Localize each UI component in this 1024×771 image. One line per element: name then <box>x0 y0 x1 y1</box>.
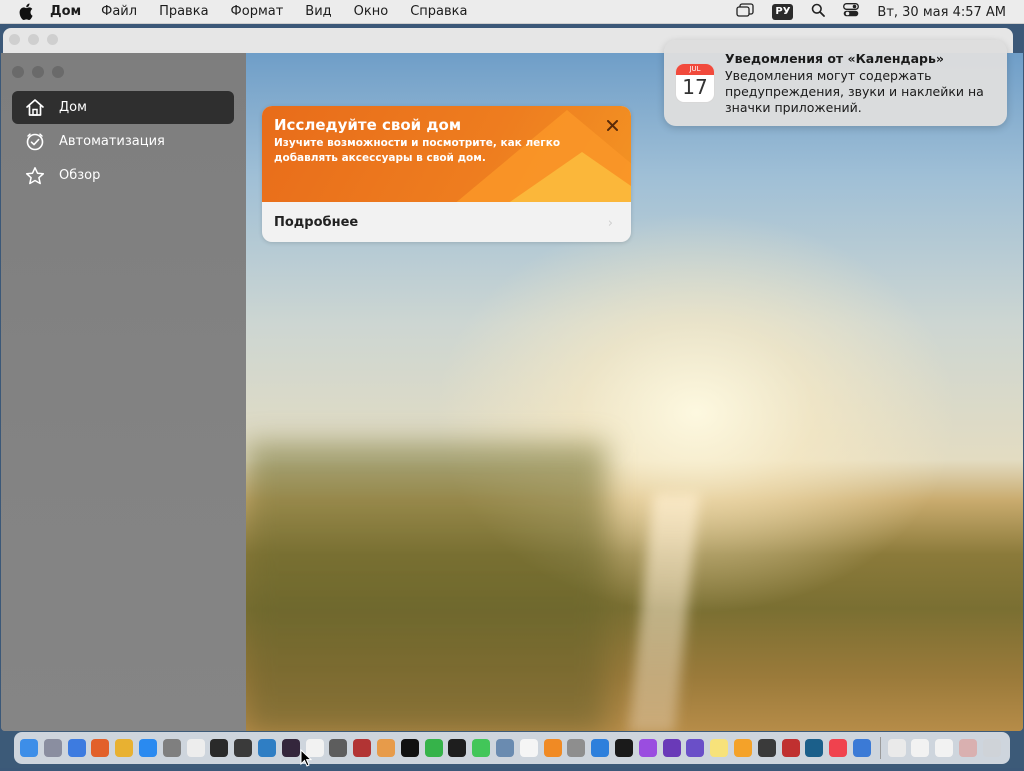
dock-document-3-icon[interactable] <box>959 739 978 757</box>
dock-home-2-icon[interactable] <box>733 739 752 757</box>
desktop-strip <box>0 731 1024 768</box>
explore-home-subtitle: Изучите возможности и посмотрите, как ле… <box>274 137 561 164</box>
dock-home-icon[interactable] <box>281 739 300 757</box>
dock-screen-sharing-icon[interactable] <box>805 739 824 757</box>
sidebar-item-label: Автоматизация <box>59 134 165 149</box>
wallpaper-field <box>246 443 606 731</box>
dock-separator <box>879 737 881 759</box>
dock-vscode-icon[interactable] <box>257 739 276 757</box>
dock-dictionary-icon[interactable] <box>353 739 372 757</box>
control-center-icon[interactable] <box>843 3 860 21</box>
menu-bar-clock[interactable]: Вт, 30 мая 4:57 AM <box>877 5 1006 20</box>
menu-bar: Дом Файл Правка Формат Вид Окно Справка … <box>0 0 1024 24</box>
star-icon <box>24 165 46 187</box>
menu-window[interactable]: Окно <box>354 4 389 19</box>
dock-downloads-icon[interactable] <box>887 739 906 757</box>
dock-terminal-icon[interactable] <box>210 739 229 757</box>
background-window-close-icon <box>9 34 20 45</box>
calendar-app-icon: JUL 17 <box>676 64 714 102</box>
sidebar-item-discover[interactable]: Обзор <box>12 159 234 192</box>
input-language-indicator[interactable]: РУ <box>772 4 794 20</box>
dock-chrome-icon[interactable] <box>115 739 134 757</box>
dock-xcode-icon[interactable] <box>852 739 871 757</box>
dock-document-2-icon[interactable] <box>935 739 954 757</box>
clock-check-icon <box>24 131 46 153</box>
menu-edit[interactable]: Правка <box>159 4 208 19</box>
calendar-icon-day: 17 <box>682 75 708 99</box>
dock-find-my-icon[interactable] <box>424 739 443 757</box>
menu-view[interactable]: Вид <box>305 4 331 19</box>
dock-music-icon[interactable] <box>829 739 848 757</box>
dock-chess-icon[interactable] <box>329 739 348 757</box>
dock-messages-icon[interactable] <box>472 739 491 757</box>
explore-home-banner: Исследуйте свой дом Изучите возможности … <box>262 106 631 202</box>
background-window-minimize-icon <box>28 34 39 45</box>
sidebar: Дом Автоматизация Обзор <box>1 53 246 731</box>
menu-file[interactable]: Файл <box>101 4 137 19</box>
dock-preview-icon[interactable] <box>495 739 514 757</box>
dock-document-1-icon[interactable] <box>911 739 930 757</box>
dock-launchpad-icon[interactable] <box>43 739 62 757</box>
dock-siri-icon[interactable] <box>686 739 705 757</box>
dock-firefox-icon[interactable] <box>91 739 110 757</box>
dock-calculator-icon[interactable] <box>567 739 586 757</box>
calendar-notification[interactable]: JUL 17 Уведомления от «Календарь» Уведом… <box>664 40 1007 126</box>
window-close-button[interactable] <box>12 66 24 78</box>
menu-app-name[interactable]: Дом <box>50 4 81 19</box>
notification-title: Уведомления от «Календарь» <box>725 51 944 66</box>
dock-photos-icon[interactable] <box>376 739 395 757</box>
dock-books-icon[interactable] <box>543 739 562 757</box>
dock-notes-icon[interactable] <box>710 739 729 757</box>
dock-stocks-icon[interactable] <box>448 739 467 757</box>
house-icon <box>24 97 46 119</box>
apple-menu-icon[interactable] <box>19 3 37 21</box>
stage-manager-icon[interactable] <box>736 3 755 21</box>
dock-quicktime-icon[interactable] <box>757 739 776 757</box>
dock-script-editor-icon[interactable] <box>234 739 253 757</box>
notification-body: Уведомления могут содержать предупрежден… <box>725 68 984 115</box>
window-minimize-button[interactable] <box>32 66 44 78</box>
sidebar-item-label: Дом <box>59 100 87 115</box>
chevron-right-icon: › <box>607 216 613 231</box>
explore-home-title: Исследуйте свой дом <box>274 116 462 134</box>
sidebar-item-automation[interactable]: Автоматизация <box>12 125 234 158</box>
spotlight-search-icon[interactable] <box>811 3 826 21</box>
dock-clock-icon[interactable] <box>614 739 633 757</box>
window-zoom-button[interactable] <box>52 66 64 78</box>
dock-safari-icon[interactable] <box>67 739 86 757</box>
background-window-zoom-icon <box>47 34 58 45</box>
calendar-icon-month: JUL <box>676 64 714 75</box>
dock-podcasts-icon[interactable] <box>638 739 657 757</box>
sidebar-item-label: Обзор <box>59 168 101 183</box>
dock-trash-icon[interactable] <box>982 739 1001 757</box>
dock-photo-booth-icon[interactable] <box>781 739 800 757</box>
learn-more-button[interactable]: Подробнее <box>274 215 358 230</box>
dock-visual-studio-icon[interactable] <box>662 739 681 757</box>
menu-help[interactable]: Справка <box>410 4 467 19</box>
dock-system-settings-icon[interactable] <box>162 739 181 757</box>
close-icon[interactable] <box>605 118 619 132</box>
dock-tv-icon[interactable] <box>400 739 419 757</box>
dock-keynote-icon[interactable] <box>591 739 610 757</box>
dock-calendar-icon[interactable] <box>519 739 538 757</box>
dock-app-store-icon[interactable] <box>138 739 157 757</box>
menu-format[interactable]: Формат <box>231 4 284 19</box>
dock <box>14 732 1010 764</box>
dock-textedit-icon[interactable] <box>186 739 205 757</box>
dock-finder-icon[interactable] <box>20 739 38 757</box>
wallpaper-road <box>628 493 700 731</box>
explore-home-card: Исследуйте свой дом Изучите возможности … <box>262 106 631 242</box>
sidebar-item-home[interactable]: Дом <box>12 91 234 124</box>
